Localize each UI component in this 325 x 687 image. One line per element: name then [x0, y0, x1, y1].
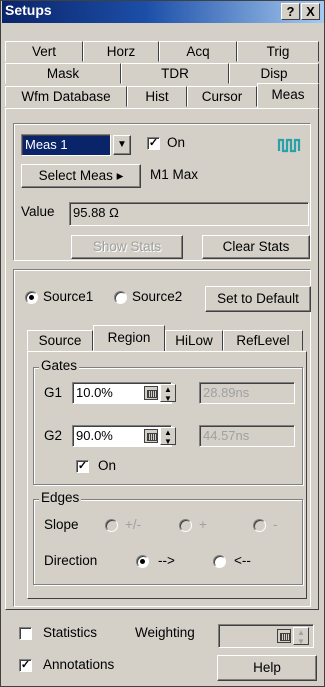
- direction-forward-radio[interactable]: [136, 555, 149, 568]
- direction-forward-label: -->: [158, 553, 175, 568]
- meas-select-value: Meas 1: [25, 137, 68, 152]
- g1-time-readout: 28.89ns: [199, 382, 295, 404]
- show-stats-button[interactable]: Show Stats: [71, 235, 183, 259]
- meas-on-label: On: [167, 135, 186, 150]
- slope-label: Slope: [44, 517, 79, 532]
- help-title-button[interactable]: ?: [281, 3, 300, 20]
- tab-trig[interactable]: Trig: [237, 41, 319, 62]
- source1-label: Source1: [43, 289, 94, 304]
- meas-name: M1 Max: [150, 167, 199, 182]
- value-readout: 95.88 Ω: [69, 202, 309, 226]
- tab-mask[interactable]: Mask: [5, 63, 121, 84]
- gates-legend: Gates: [39, 358, 80, 373]
- clear-stats-button[interactable]: Clear Stats: [202, 235, 310, 259]
- meas-on-checkbox[interactable]: ✓: [147, 137, 160, 150]
- g2-label: G2: [44, 428, 63, 443]
- tab-disp[interactable]: Disp: [229, 63, 319, 84]
- tab-acq[interactable]: Acq: [159, 41, 237, 62]
- select-meas-button[interactable]: Select Meas ▸: [21, 164, 141, 188]
- annotations-checkbox[interactable]: ✓: [19, 659, 32, 672]
- set-to-default-button[interactable]: Set to Default: [205, 286, 311, 312]
- g2-time-readout: 44.57ns: [199, 425, 295, 447]
- close-icon[interactable]: X: [301, 3, 320, 20]
- g1-keypad-icon[interactable]: [144, 386, 158, 400]
- meas-select[interactable]: Meas 1: [21, 134, 111, 156]
- statistics-checkbox[interactable]: [19, 627, 32, 640]
- g1-label: G1: [44, 385, 63, 400]
- gates-on-label: On: [98, 458, 117, 473]
- setups-window: Setups ? X Vert Horz Acq Trig Mask TDR D…: [0, 0, 325, 687]
- edges-groupbox: [33, 499, 303, 585]
- tab-wfm-database[interactable]: Wfm Database: [5, 86, 127, 107]
- subtab-hilow[interactable]: HiLow: [165, 330, 223, 351]
- window-title: Setups: [5, 2, 52, 18]
- g2-keypad-icon[interactable]: [144, 429, 158, 443]
- tab-cursor[interactable]: Cursor: [187, 86, 257, 107]
- slope-plusminus-radio[interactable]: [105, 519, 118, 532]
- annotations-label: Annotations: [43, 657, 115, 672]
- direction-back-label: <--: [234, 553, 251, 568]
- g1-spinner[interactable]: ▲ ▼: [160, 384, 176, 403]
- subtab-region[interactable]: Region: [93, 325, 165, 352]
- tab-tdr[interactable]: TDR: [121, 63, 229, 84]
- tab-vert[interactable]: Vert: [5, 41, 83, 62]
- source1-radio[interactable]: [25, 291, 38, 304]
- slope-plus-label: +: [199, 517, 207, 532]
- slope-minus-radio[interactable]: [253, 519, 266, 532]
- meas-dropdown-chevron-down-icon[interactable]: ▼: [113, 135, 131, 155]
- tab-hist[interactable]: Hist: [127, 86, 187, 107]
- edges-legend: Edges: [39, 490, 82, 505]
- value-label: Value: [21, 204, 55, 219]
- slope-plus-radio[interactable]: [179, 519, 192, 532]
- statistics-label: Statistics: [43, 625, 98, 640]
- g2-spinner[interactable]: ▲ ▼: [160, 427, 176, 446]
- subtab-reflevel[interactable]: RefLevel: [223, 330, 303, 351]
- direction-label: Direction: [44, 553, 98, 568]
- tab-horz[interactable]: Horz: [83, 41, 159, 62]
- direction-back-radio[interactable]: [213, 555, 226, 568]
- source2-radio[interactable]: [114, 291, 127, 304]
- show-stats-label: Show Stats: [92, 239, 162, 254]
- tab-meas[interactable]: Meas: [257, 83, 319, 109]
- weighting-label: Weighting: [135, 625, 195, 640]
- source2-label: Source2: [132, 289, 183, 304]
- help-button[interactable]: Help: [217, 655, 317, 681]
- waveform-icon: [277, 134, 303, 156]
- weighting-spinner[interactable]: ▲ ▼: [293, 627, 309, 646]
- title-bar[interactable]: Setups ? X: [2, 1, 324, 23]
- slope-plusminus-label: +/-: [125, 517, 142, 532]
- gates-on-checkbox[interactable]: ✓: [76, 460, 89, 473]
- slope-minus-label: -: [273, 517, 278, 532]
- subtab-source[interactable]: Source: [27, 330, 93, 351]
- weighting-keypad-icon[interactable]: [277, 629, 291, 643]
